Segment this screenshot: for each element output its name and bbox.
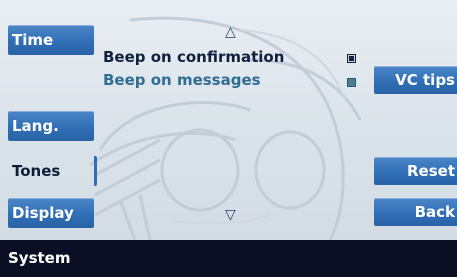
reset-button[interactable]: Reset	[374, 157, 457, 185]
tab-time-label: Time	[12, 31, 54, 49]
beep-on-messages-checkbox[interactable]	[347, 78, 356, 87]
beep-on-confirmation-checkbox[interactable]	[347, 54, 356, 63]
option-beep-on-messages[interactable]: Beep on messages	[103, 71, 261, 89]
system-settings-screen: Time Lang. Tones Display △ ▽ Beep on con…	[0, 0, 457, 277]
tab-time[interactable]: Time	[8, 25, 94, 55]
tab-tones-label: Tones	[12, 162, 61, 180]
tab-lang-label: Lang.	[12, 117, 59, 135]
tab-tones[interactable]: Tones	[8, 156, 97, 186]
back-label: Back	[414, 203, 455, 221]
status-bar: System	[0, 240, 457, 277]
option-beep-on-confirmation-label: Beep on confirmation	[103, 48, 285, 66]
tab-display[interactable]: Display	[8, 198, 94, 228]
status-bar-title: System	[8, 249, 71, 267]
reset-label: Reset	[407, 162, 455, 180]
tab-display-label: Display	[12, 204, 74, 222]
back-button[interactable]: Back	[374, 198, 457, 226]
option-beep-on-confirmation[interactable]: Beep on confirmation	[103, 48, 284, 66]
scroll-down-arrow-icon[interactable]: ▽	[225, 208, 236, 222]
option-beep-on-messages-label: Beep on messages	[103, 71, 261, 89]
vc-tips-label: VC tips	[395, 71, 455, 89]
scroll-up-arrow-icon[interactable]: △	[225, 25, 236, 39]
vc-tips-button[interactable]: VC tips	[374, 66, 457, 94]
tab-lang[interactable]: Lang.	[8, 111, 94, 141]
